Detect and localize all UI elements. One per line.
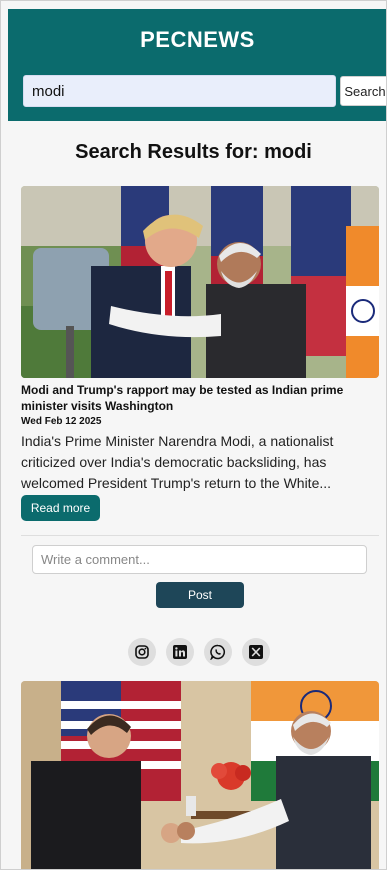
linkedin-share-button[interactable] — [166, 638, 194, 666]
results-title: Search Results for: modi — [75, 141, 312, 163]
divider — [21, 535, 379, 536]
article-date: Wed Feb 12 2025 — [21, 416, 102, 427]
search-button[interactable]: Search — [340, 76, 386, 106]
site-logo[interactable]: PECNEWS — [8, 27, 386, 53]
whatsapp-icon — [210, 644, 226, 660]
x-icon — [249, 645, 263, 659]
instagram-share-button[interactable] — [128, 638, 156, 666]
linkedin-icon — [173, 645, 187, 659]
whatsapp-share-button[interactable] — [204, 638, 232, 666]
article-photo — [21, 186, 379, 378]
article-title[interactable]: Modi and Trump's rapport may be tested a… — [21, 382, 371, 414]
read-more-button[interactable]: Read more — [21, 495, 100, 521]
article-summary: India's Prime Minister Narendra Modi, a … — [21, 433, 334, 491]
instagram-icon — [135, 645, 149, 659]
share-buttons — [128, 638, 270, 666]
page: PECNEWS Search Search Results for: modi — [0, 0, 387, 870]
search-input[interactable] — [23, 75, 336, 107]
article-photo — [21, 681, 379, 869]
post-button[interactable]: Post — [156, 582, 244, 608]
article-image[interactable] — [21, 681, 379, 869]
x-share-button[interactable] — [242, 638, 270, 666]
site-header: PECNEWS Search — [8, 9, 386, 121]
article-image[interactable] — [21, 186, 379, 378]
comment-input[interactable] — [32, 545, 367, 574]
